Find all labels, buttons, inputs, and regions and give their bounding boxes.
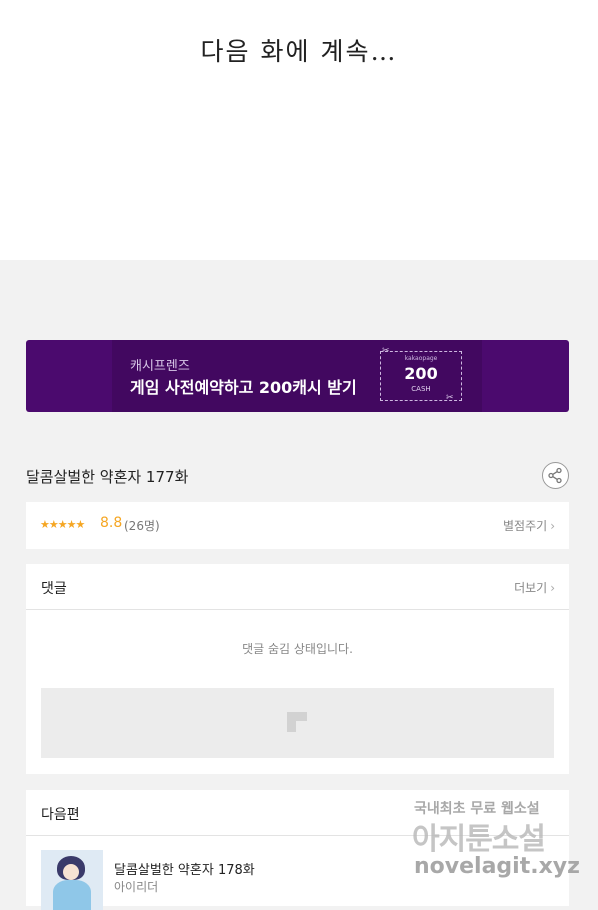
coupon-unit: CASH [411, 385, 431, 393]
continue-text: 다음 화에 계속… [200, 37, 398, 66]
ad-placeholder[interactable] [41, 688, 554, 758]
chevron-right-icon: › [550, 581, 555, 595]
ad-placeholder-icon [287, 712, 307, 732]
next-episode-author: 아이리더 [114, 880, 159, 894]
scissors-icon: ✂ [446, 393, 454, 403]
rating-stars: ★★★★★ [40, 518, 85, 531]
comments-header: 댓글 더보기 › [26, 564, 569, 610]
next-episode-thumbnail[interactable] [41, 850, 103, 910]
episode-end-area: 다음 화에 계속… [0, 0, 598, 260]
rating-score: 8.8 [100, 515, 123, 531]
comments-card: 댓글 더보기 › 댓글 숨김 상태입니다. [26, 564, 569, 774]
thumb-figure-face [63, 864, 79, 880]
ad-banner[interactable]: 캐시프렌즈 게임 사전예약하고 200캐시 받기 kakaopage 200 C… [26, 340, 569, 412]
next-episode-header: 다음편 [26, 790, 569, 836]
comments-hidden-message: 댓글 숨김 상태입니다. [242, 642, 353, 656]
banner-headline: 게임 사전예약하고 200캐시 받기 [130, 378, 357, 397]
banner-brand: 캐시프렌즈 [130, 359, 190, 374]
rating-count: (26명) [124, 519, 160, 533]
next-episode-label: 다음편 [41, 807, 80, 823]
share-icon [548, 467, 562, 484]
coupon-top: kakaopage [404, 355, 438, 362]
rate-label: 별점주기 [503, 519, 548, 533]
episode-title: 달콤살벌한 약혼자 177화 [26, 468, 189, 486]
share-button[interactable] [542, 462, 569, 489]
coupon-amount: 200 [404, 364, 438, 383]
chevron-right-icon: › [550, 519, 555, 533]
next-episode-title[interactable]: 달콤살벌한 약혼자 178화 [114, 859, 255, 878]
more-label: 더보기 [514, 581, 548, 595]
comments-more-button[interactable]: 더보기 › [514, 579, 555, 596]
scissors-icon: ✂ [382, 346, 390, 356]
comments-label: 댓글 [41, 581, 67, 597]
rating-card: ★★★★★ 8.8 (26명) 별점주기 › [26, 502, 569, 549]
rate-button[interactable]: 별점주기 › [503, 517, 555, 534]
next-episode-card: 다음편 달콤살벌한 약혼자 178화 아이리더 [26, 790, 569, 910]
